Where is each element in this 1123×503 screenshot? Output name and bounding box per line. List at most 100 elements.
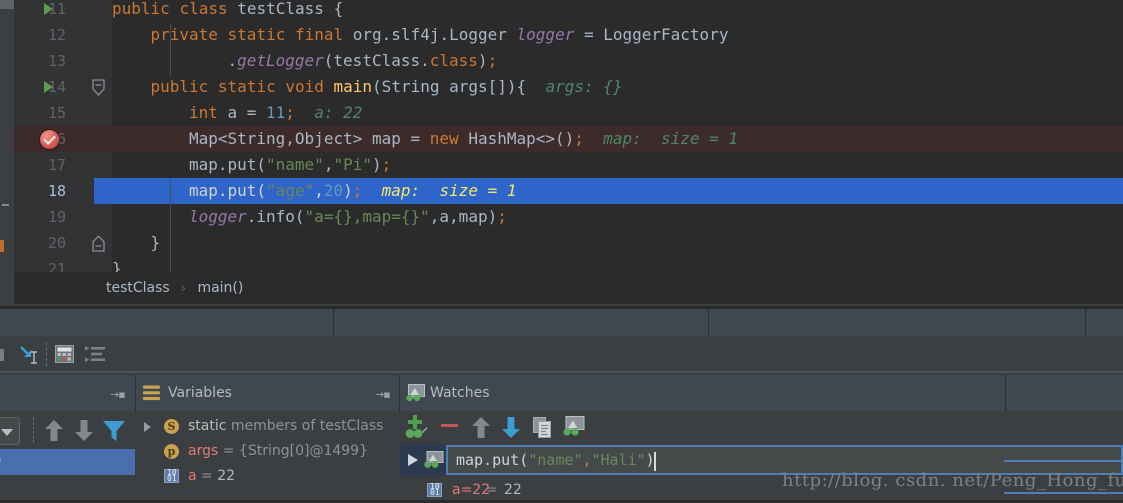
thread-dropdown[interactable]: [0, 417, 20, 445]
code-token: ;: [497, 207, 507, 226]
code-line[interactable]: .getLogger(testClass.class);: [112, 48, 1123, 74]
editor-left-margin: [0, 0, 14, 272]
run-gutter-icon[interactable]: [44, 3, 53, 15]
watch-item-icon: [424, 451, 444, 473]
toolbar-separator: [46, 342, 48, 366]
fold-region-end-icon[interactable]: [91, 235, 106, 256]
code-token: (String args[]){: [372, 77, 527, 96]
code-token: private: [150, 25, 228, 44]
add-watch-icon[interactable]: [405, 415, 430, 443]
move-down-icon[interactable]: [501, 417, 521, 442]
code-editor[interactable]: public class testClass {private static f…: [0, 0, 1123, 272]
variables-panel-icon: [143, 385, 160, 405]
toolbar-underline: [0, 371, 1123, 373]
code-line-text: public static void main(String args[]){ …: [150, 74, 622, 100]
variable-row[interactable]: 10 01 a = 22: [136, 464, 399, 489]
code-token: ): [371, 155, 382, 174]
copy-icon[interactable]: [533, 417, 554, 442]
variables-tree[interactable]: Sstatic members of testClass p args = {Str…: [136, 411, 399, 500]
debugger-toolbar[interactable]: [0, 336, 1123, 373]
primitive-badge-icon: 10 01: [427, 483, 442, 497]
code-token: ): [477, 51, 488, 70]
code-line[interactable]: }: [112, 230, 1123, 256]
evaluate-expression-icon[interactable]: [55, 345, 74, 367]
variable-name: a: [188, 468, 197, 484]
frames-separator: [33, 417, 34, 443]
variable-value: {String[0]@1499}: [238, 443, 368, 459]
code-line[interactable]: private static final org.slf4j.Logger lo…: [112, 22, 1123, 48]
code-token: ;: [487, 51, 498, 70]
variable-value: 22: [217, 468, 236, 484]
gutter-line-highlight: [94, 178, 112, 204]
show-variables-icon[interactable]: [85, 346, 105, 366]
watches-toolbar[interactable]: [400, 411, 1123, 444]
remove-watch-icon[interactable]: [441, 424, 458, 427]
header-split-3: [1005, 375, 1006, 411]
breadcrumb-left-margin: [0, 272, 14, 304]
code-line-text: int a = 11; a: 22: [189, 100, 362, 126]
code-token: }: [112, 259, 122, 272]
line-number: 19: [47, 208, 66, 226]
watch-result-value: 22: [504, 482, 522, 498]
breadcrumb[interactable]: testClass › main(): [0, 272, 1123, 304]
edit-watch-icon[interactable]: [563, 416, 585, 441]
up-arrow-icon[interactable]: [44, 420, 64, 445]
code-line[interactable]: public class testClass {: [112, 0, 1123, 22]
code-token: org.slf4j.Logger: [352, 25, 517, 44]
code-token: logger: [516, 25, 575, 44]
variable-row[interactable]: Sstatic members of testClass: [136, 414, 399, 439]
code-line[interactable]: }: [112, 256, 1123, 272]
editor-code-area[interactable]: public class testClass {private static f…: [112, 0, 1123, 272]
step-into-icon[interactable]: [18, 345, 40, 369]
variables-panel-title: Variables: [168, 385, 232, 401]
expand-arrow-icon[interactable]: [144, 422, 151, 432]
code-token: ;: [352, 181, 363, 200]
code-line[interactable]: map.put("age",20); map: size = 1: [112, 178, 1123, 204]
code-line[interactable]: public static void main(String args[]){ …: [112, 74, 1123, 100]
code-token: ): [343, 181, 353, 200]
code-token: int: [188, 103, 228, 122]
filter-icon[interactable]: [103, 421, 125, 445]
fold-region-start-icon[interactable]: [91, 79, 105, 96]
code-line[interactable]: int a = 11; a: 22: [112, 100, 1123, 126]
code-token: public: [112, 0, 180, 18]
frames-toolbar[interactable]: [0, 411, 135, 449]
ide-window: public class testClass {private static f…: [0, 0, 1123, 500]
code-token: map.put(: [188, 155, 267, 174]
down-arrow-icon[interactable]: [74, 420, 94, 445]
variables-pin-icon[interactable]: →▪: [375, 388, 391, 401]
variable-rest: members of testClass: [226, 418, 384, 434]
watch-token: "Hali": [591, 451, 646, 469]
line-number: 11: [47, 0, 66, 18]
line-number: 15: [47, 104, 66, 122]
frames-list[interactable]: g(): [0, 449, 135, 500]
watch-run-cell[interactable]: [400, 444, 446, 476]
frame-list-item-selected[interactable]: g(): [0, 449, 135, 475]
debugger-left-icon-partial[interactable]: [0, 347, 8, 367]
tab-seam-2: [708, 309, 709, 336]
code-line[interactable]: logger.info("a={},map={}",a,map);: [112, 204, 1123, 230]
run-gutter-icon[interactable]: [44, 81, 53, 93]
variable-row[interactable]: p args = {String[0]@1499}: [136, 439, 399, 464]
code-line[interactable]: map.put("name","Pi");: [112, 152, 1123, 178]
tool-window-tab-bar[interactable]: [0, 309, 1123, 336]
code-line[interactable]: Map<String,Object> map = new HashMap<>()…: [112, 126, 1123, 152]
expand-arrow-icon[interactable]: [408, 454, 418, 466]
watch-token: ): [645, 451, 655, 469]
header-split-2: [399, 375, 400, 411]
variable-name: static: [188, 418, 227, 434]
code-line-text: logger.info("a={},map={}",a,map);: [189, 204, 507, 230]
code-token: = LoggerFactory: [574, 25, 729, 44]
frames-pin-icon[interactable]: →▪: [110, 388, 126, 401]
code-token: ;: [285, 103, 295, 122]
breakpoint-icon[interactable]: [40, 130, 59, 149]
code-token: public: [150, 77, 218, 96]
code-token: static: [217, 77, 286, 96]
move-up-icon[interactable]: [471, 417, 491, 442]
breadcrumb-method[interactable]: main(): [197, 280, 243, 296]
breadcrumb-class[interactable]: testClass: [106, 280, 170, 296]
line-number: 14: [47, 78, 66, 96]
code-token: a: 22: [294, 103, 363, 122]
code-token: .info(: [246, 207, 305, 226]
variable-equals: =: [218, 443, 239, 459]
